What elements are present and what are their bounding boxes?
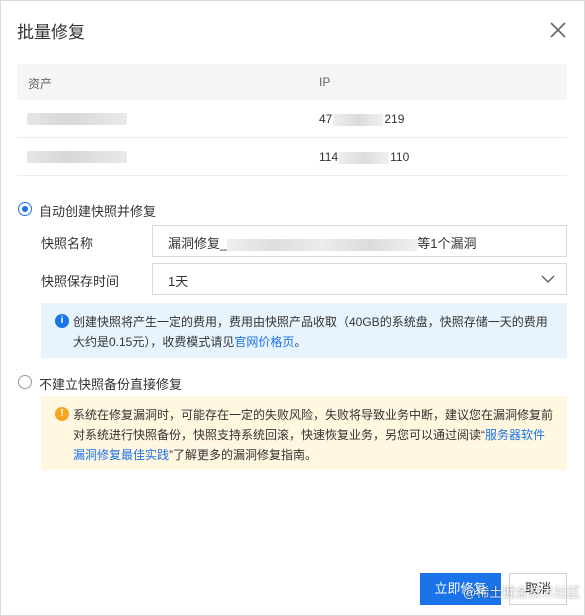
redacted-mask (339, 151, 390, 164)
snapshot-radio[interactable] (18, 202, 32, 216)
batch-repair-dialog: 批量修复 资产 IP 47 219 114 110 自动创建快照并修复 快照名称 漏… (0, 0, 585, 616)
ip-suffix: 110 (390, 150, 410, 164)
warning-text: 系统在修复漏洞时，可能存在一定的失败风险，失败将导致业务中断，建议您在漏洞修复前… (73, 408, 554, 442)
dialog-title: 批量修复 (17, 23, 85, 42)
cancel-button[interactable]: 取消 (509, 573, 567, 605)
table-row: 114 110 (17, 138, 567, 176)
snapshot-name-prefix: 漏洞修复_ (168, 236, 228, 251)
info-text: 创建快照将产生一定的费用，费用由快照产品收取（40GB的系统盘，快照存储一天的费… (73, 315, 548, 349)
table-header: 资产 IP (17, 64, 567, 100)
info-notice: i 创建快照将产生一定的费用，费用由快照产品收取（40GB的系统盘，快照存储一天… (41, 303, 567, 358)
retention-label: 快照保存时间 (41, 274, 120, 289)
warning-notice: ! 系统在修复漏洞时，可能存在一定的失败风险，失败将导致业务中断，建议您在漏洞修… (41, 396, 567, 470)
ip-cell: 114 110 (319, 150, 409, 164)
ip-cell: 47 219 (319, 112, 404, 126)
chevron-down-icon (540, 271, 556, 287)
column-header-asset: 资产 (28, 77, 53, 91)
snapshot-name-suffix: 等1个漏洞 (417, 236, 477, 251)
retention-select[interactable]: 1天 (152, 263, 567, 295)
warning-icon: ! (55, 407, 69, 421)
snapshot-name-input[interactable]: 漏洞修复_ 等1个漏洞 (152, 225, 567, 257)
asset-table: 资产 IP 47 219 114 110 (17, 64, 567, 176)
asset-name-redacted (27, 113, 127, 125)
snapshot-radio-label[interactable]: 自动创建快照并修复 (39, 201, 156, 220)
table-row: 47 219 (17, 100, 567, 138)
ip-suffix: 219 (384, 112, 405, 126)
direct-repair-radio[interactable] (18, 375, 32, 389)
redacted-mask (333, 113, 384, 126)
retention-value: 1天 (168, 274, 189, 289)
snapshot-name-label: 快照名称 (41, 236, 94, 251)
ip-prefix: 47 (319, 112, 333, 126)
redacted-mask (227, 238, 418, 251)
repair-now-button[interactable]: 立即修复 (420, 573, 501, 605)
info-icon: i (55, 314, 69, 328)
pricing-page-link[interactable]: 官网价格页 (234, 335, 294, 349)
warning-text-end: ”了解更多的漏洞修复指南。 (169, 448, 318, 462)
close-icon[interactable] (548, 20, 568, 40)
info-text-end: 。 (294, 335, 307, 349)
asset-name-redacted (27, 151, 127, 163)
ip-prefix: 114 (319, 150, 339, 164)
direct-repair-radio-label[interactable]: 不建立快照备份直接修复 (39, 374, 182, 393)
column-header-ip: IP (319, 75, 331, 89)
